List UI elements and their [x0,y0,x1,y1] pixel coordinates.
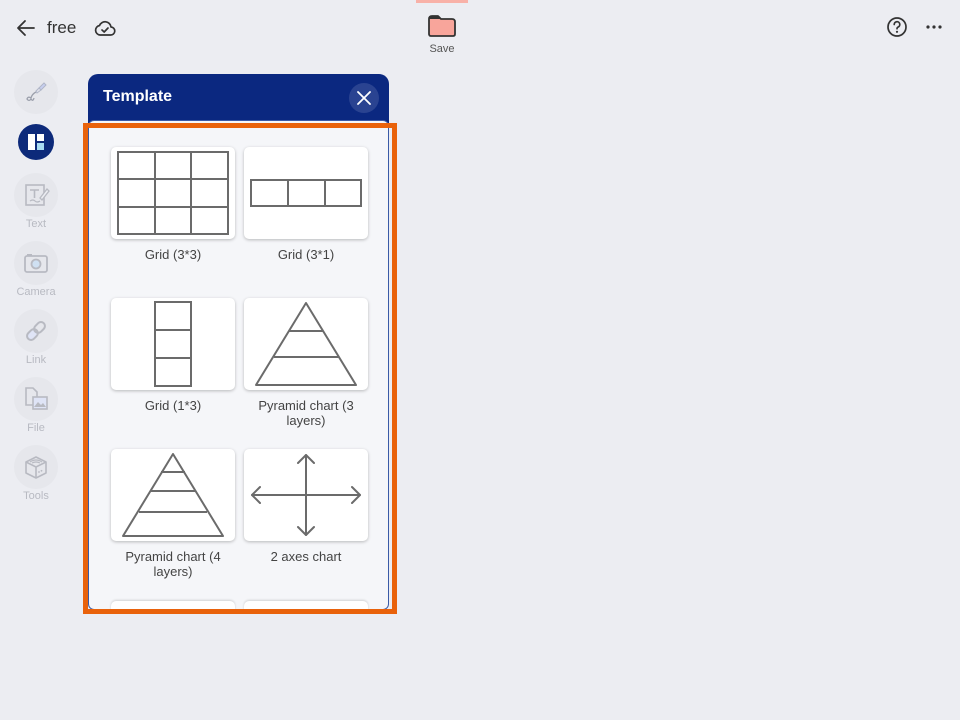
template-grid-1x3[interactable]: Grid (1*3) [111,298,235,413]
tool-text[interactable]: Text [14,173,58,230]
template-preview [244,298,368,390]
template-partial-item[interactable] [244,601,368,609]
template-label: Grid (1*3) [144,398,202,413]
two-axes-preview-icon [251,454,361,536]
tool-tools-label: Tools [23,490,49,502]
back-button[interactable] [14,16,38,40]
template-preview [111,449,235,541]
file-image-icon [25,387,48,410]
tool-link-circle [14,309,58,353]
help-button[interactable] [885,15,909,39]
tool-template-circle [18,124,54,160]
tool-tools[interactable]: Tools [14,445,58,502]
template-partial-item[interactable] [111,601,235,609]
template-label: Pyramid chart (4 layers) [125,549,221,579]
tools-box-icon [25,456,47,479]
template-pyramid-4[interactable]: Pyramid chart (4 layers) [111,449,235,579]
tool-camera[interactable]: Camera [14,241,58,298]
close-icon [357,91,371,105]
grid-1x3-preview-icon [154,301,192,387]
template-grid-3x1[interactable]: Grid (3*1) [244,147,368,262]
pen-icon [26,82,47,102]
tool-camera-label: Camera [16,286,56,298]
tool-text-circle [14,173,58,217]
tool-link[interactable]: Link [14,309,58,366]
close-button[interactable] [349,83,379,113]
template-grid-3x3[interactable]: Grid (3*3) [111,147,235,262]
tool-template[interactable] [18,124,54,160]
template-list[interactable]: Grid (3*3) Grid (3*1) Grid (1*3) Pyramid… [88,120,389,610]
camera-icon [24,254,48,273]
tool-pen-circle [14,70,58,114]
template-label: Pyramid chart (3 layers) [258,398,354,428]
topbar-left: free [14,14,117,42]
link-icon [26,321,46,341]
pyramid-3-preview-icon [255,302,357,386]
template-pyramid-3[interactable]: Pyramid chart (3 layers) [244,298,368,428]
help-circle-icon [887,17,907,37]
topbar-right [885,15,946,39]
tool-tools-circle [14,445,58,489]
tool-file-label: File [27,422,45,434]
panel-title: Template [103,88,173,105]
cloud-status[interactable] [93,16,117,40]
tool-file[interactable]: File [14,377,58,434]
save-button[interactable]: Save [416,0,468,66]
template-icon [28,134,44,150]
grid-3x1-preview-icon [250,179,362,207]
template-preview [244,147,368,239]
document-title[interactable]: free [47,18,76,38]
tool-file-circle [14,377,58,421]
template-preview [111,298,235,390]
grid-3x3-preview-icon [117,151,229,235]
save-label: Save [429,43,455,55]
template-panel: Template Grid (3*3) Grid (3*1) Grid (1*3… [88,74,389,612]
template-label: Grid (3*3) [144,247,202,262]
save-indicator [416,0,468,3]
tool-link-label: Link [25,354,47,366]
folder-icon [428,15,456,37]
more-horizontal-icon [926,25,942,29]
cloud-check-icon [95,20,116,36]
pyramid-4-preview-icon [122,453,224,537]
arrow-left-icon [17,20,35,36]
more-button[interactable] [922,15,946,39]
template-preview [111,147,235,239]
template-label: 2 axes chart [270,549,342,564]
tool-text-label: Text [25,218,47,230]
template-two-axes[interactable]: 2 axes chart [244,449,368,564]
tool-camera-circle [14,241,58,285]
panel-header: Template [88,74,389,126]
tool-pen[interactable] [14,70,58,114]
template-label: Grid (3*1) [277,247,335,262]
text-icon [25,184,50,206]
template-preview [244,449,368,541]
